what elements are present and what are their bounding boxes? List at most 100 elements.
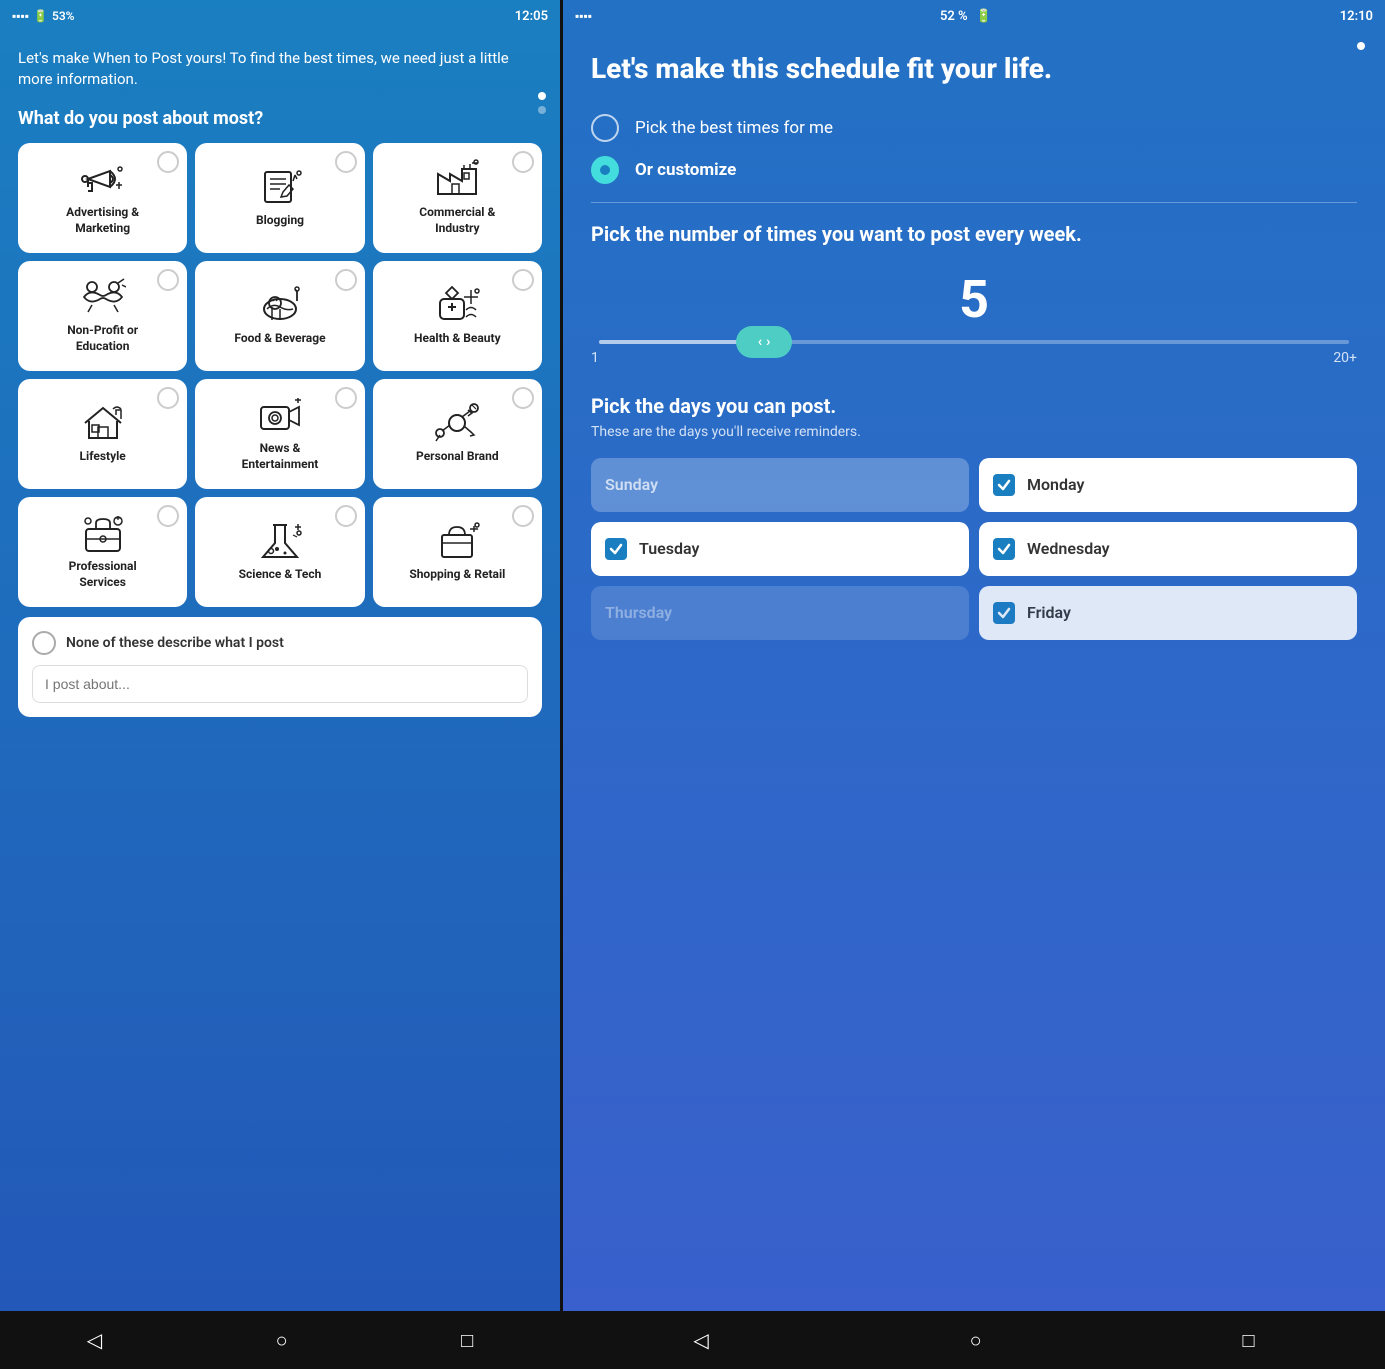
- card-label-health: Health & Beauty: [414, 331, 501, 347]
- blog-icon: [257, 167, 303, 207]
- category-commercial[interactable]: Commercial &Industry: [373, 143, 542, 253]
- card-label-shopping: Shopping & Retail: [409, 567, 505, 583]
- section-title: What do you post about most?: [18, 108, 542, 129]
- status-icons-left: ▪▪▪▪ 🔋 53%: [12, 9, 75, 23]
- slider-wrap: ‹ ›: [599, 340, 1349, 344]
- science-icon: [257, 521, 303, 561]
- day-sunday[interactable]: Sunday: [591, 458, 969, 512]
- day-thursday[interactable]: Thursday: [591, 586, 969, 640]
- category-advertising[interactable]: Advertising &Marketing: [18, 143, 187, 253]
- card-radio-lifestyle[interactable]: [157, 387, 179, 409]
- radio-circle-customize[interactable]: [591, 156, 619, 184]
- days-heading: Pick the days you can post.: [591, 394, 1357, 418]
- card-radio-news[interactable]: [335, 387, 357, 409]
- right-content: Let's make this schedule fit your life. …: [563, 32, 1385, 1311]
- intro-text: Let's make When to Post yours! To find t…: [18, 48, 542, 90]
- left-panel: ▪▪▪▪ 🔋 53% 12:05 Let's make When to Post…: [0, 0, 560, 1369]
- briefcase-icon: [80, 513, 126, 553]
- house-icon: [80, 403, 126, 443]
- recent-nav[interactable]: □: [461, 1328, 473, 1353]
- slider-max: 20+: [1333, 350, 1357, 366]
- radio-circle-best-times[interactable]: [591, 114, 619, 142]
- none-header: None of these describe what I post: [32, 631, 528, 655]
- slider-value: 5: [591, 269, 1357, 330]
- signal-icon-right: ▪▪▪▪: [575, 9, 592, 23]
- day-label-tuesday: Tuesday: [639, 539, 699, 558]
- card-radio-shopping[interactable]: [512, 505, 534, 527]
- slider-labels: 1 20+: [591, 350, 1357, 366]
- category-news[interactable]: News &Entertainment: [195, 379, 364, 489]
- back-nav-right[interactable]: ◁: [693, 1328, 708, 1352]
- card-label-news: News &Entertainment: [242, 441, 319, 472]
- slider-right-arrow[interactable]: ›: [766, 334, 770, 350]
- camera-icon: [257, 395, 303, 435]
- category-blogging[interactable]: Blogging: [195, 143, 364, 253]
- card-radio-nonprofit[interactable]: [157, 269, 179, 291]
- category-personal[interactable]: Personal Brand: [373, 379, 542, 489]
- card-radio-personal[interactable]: [512, 387, 534, 409]
- slider-thumb[interactable]: ‹ ›: [736, 326, 792, 358]
- day-friday[interactable]: Friday: [979, 586, 1357, 640]
- handshake-icon: [80, 277, 126, 317]
- nav-bar-right: ◁ ○ □: [563, 1311, 1385, 1369]
- back-nav[interactable]: ◁: [87, 1328, 102, 1352]
- right-panel: ▪▪▪▪ 52 % 🔋 12:10 Let's make this schedu…: [560, 0, 1385, 1369]
- none-box[interactable]: None of these describe what I post: [18, 617, 542, 717]
- social-icon: [434, 403, 480, 443]
- category-lifestyle[interactable]: Lifestyle: [18, 379, 187, 489]
- card-radio-health[interactable]: [512, 269, 534, 291]
- day-check-wednesday: [993, 538, 1015, 560]
- slider-left-arrow[interactable]: ‹: [758, 334, 762, 350]
- dot-1: [538, 92, 546, 100]
- category-grid: Advertising &Marketing Blogging: [18, 143, 542, 607]
- radio-label-best-times: Pick the best times for me: [635, 118, 833, 138]
- card-label-professional: ProfessionalServices: [69, 559, 137, 590]
- card-radio-food[interactable]: [335, 269, 357, 291]
- page-heading: Let's make this schedule fit your life.: [591, 52, 1357, 86]
- battery-icon-right: 🔋: [976, 9, 992, 24]
- day-label-monday: Monday: [1027, 475, 1084, 494]
- day-label-sunday: Sunday: [605, 475, 658, 494]
- weekly-heading: Pick the number of times you want to pos…: [591, 221, 1357, 247]
- day-check-tuesday: [605, 538, 627, 560]
- home-nav-right[interactable]: ○: [970, 1328, 982, 1353]
- none-radio[interactable]: [32, 631, 56, 655]
- scroll-dots-right: [1357, 42, 1365, 50]
- day-wednesday[interactable]: Wednesday: [979, 522, 1357, 576]
- category-food[interactable]: Food & Beverage: [195, 261, 364, 371]
- card-label-food: Food & Beverage: [234, 331, 325, 347]
- radio-customize[interactable]: Or customize: [591, 156, 1357, 184]
- day-monday[interactable]: Monday: [979, 458, 1357, 512]
- day-label-friday: Friday: [1027, 603, 1071, 622]
- battery-percent-left: 53%: [52, 9, 75, 23]
- days-grid: Sunday Monday: [591, 458, 1357, 640]
- recent-nav-right[interactable]: □: [1242, 1328, 1254, 1353]
- day-tuesday[interactable]: Tuesday: [591, 522, 969, 576]
- check-icon-monday: [997, 478, 1011, 492]
- card-label-science: Science & Tech: [239, 567, 322, 583]
- category-shopping[interactable]: Shopping & Retail: [373, 497, 542, 607]
- category-science[interactable]: Science & Tech: [195, 497, 364, 607]
- card-label-personal: Personal Brand: [416, 449, 499, 465]
- none-input[interactable]: [32, 665, 528, 703]
- status-bar-left: ▪▪▪▪ 🔋 53% 12:05: [0, 0, 560, 32]
- home-nav[interactable]: ○: [276, 1328, 288, 1353]
- card-label-commercial: Commercial &Industry: [419, 205, 495, 236]
- card-radio-advertising[interactable]: [157, 151, 179, 173]
- card-label-advertising: Advertising &Marketing: [66, 205, 139, 236]
- card-radio-commercial[interactable]: [512, 151, 534, 173]
- card-radio-professional[interactable]: [157, 505, 179, 527]
- card-radio-blogging[interactable]: [335, 151, 357, 173]
- category-health[interactable]: Health & Beauty: [373, 261, 542, 371]
- day-check-friday: [993, 602, 1015, 624]
- category-professional[interactable]: ProfessionalServices: [18, 497, 187, 607]
- card-label-nonprofit: Non-Profit orEducation: [67, 323, 138, 354]
- radio-best-times[interactable]: Pick the best times for me: [591, 114, 1357, 142]
- check-icon-friday: [997, 606, 1011, 620]
- card-radio-science[interactable]: [335, 505, 357, 527]
- signal-icon: ▪▪▪▪: [12, 9, 29, 23]
- days-subtext: These are the days you'll receive remind…: [591, 424, 1357, 440]
- category-nonprofit[interactable]: Non-Profit orEducation: [18, 261, 187, 371]
- battery-percent-right: 52 %: [940, 9, 968, 24]
- days-section: Pick the days you can post. These are th…: [591, 394, 1357, 640]
